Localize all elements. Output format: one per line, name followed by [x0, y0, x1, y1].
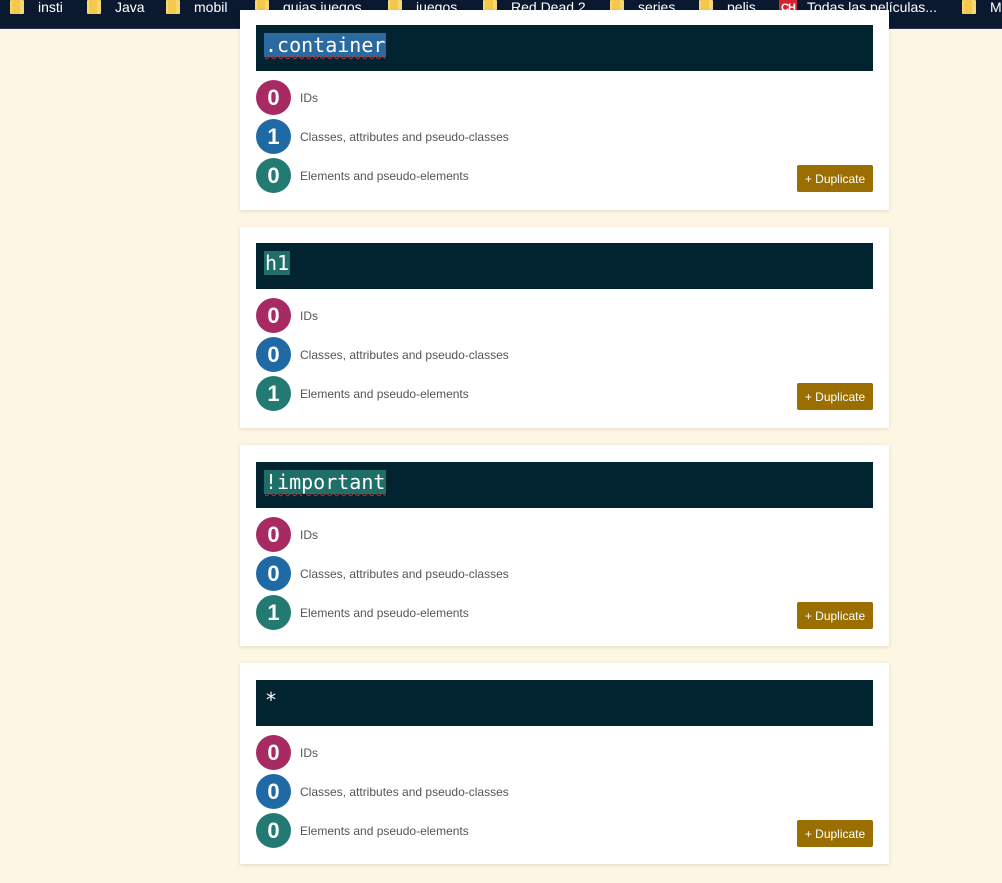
classes-label: Classes, attributes and pseudo-classes — [300, 129, 509, 144]
bookmark-m[interactable]: M — [962, 0, 1002, 14]
classes-count: 0 — [256, 337, 291, 372]
folder-icon — [10, 0, 24, 14]
selector-text[interactable]: .container — [264, 33, 387, 57]
elements-row: 1 Elements and pseudo-elements — [256, 595, 469, 630]
elements-label: Elements and pseudo-elements — [300, 386, 469, 401]
selector-text[interactable]: h1 — [264, 251, 291, 275]
classes-row: 0 Classes, attributes and pseudo-classes — [256, 774, 509, 809]
ids-row: 0 IDs — [256, 298, 318, 333]
ids-label: IDs — [300, 90, 318, 105]
ids-label: IDs — [300, 527, 318, 542]
bookmark-insti[interactable]: insti — [10, 0, 63, 14]
ids-label: IDs — [300, 308, 318, 323]
bookmark-label: Java — [115, 0, 145, 15]
bookmark-label: mobil — [194, 0, 228, 15]
elements-label: Elements and pseudo-elements — [300, 168, 469, 183]
selector-display[interactable]: h1 — [256, 243, 873, 289]
elements-row: 0 Elements and pseudo-elements — [256, 158, 469, 193]
elements-row: 0 Elements and pseudo-elements — [256, 813, 469, 848]
selector-display[interactable]: .container — [256, 25, 873, 71]
selector-text[interactable]: !important — [264, 470, 387, 494]
bookmark-label: M — [990, 0, 1002, 15]
folder-icon — [166, 0, 180, 14]
bookmark-java[interactable]: Java — [87, 0, 145, 14]
ids-count: 0 — [256, 298, 291, 333]
classes-count: 0 — [256, 774, 291, 809]
ids-row: 0 IDs — [256, 517, 318, 552]
elements-count: 0 — [256, 813, 291, 848]
classes-label: Classes, attributes and pseudo-classes — [300, 784, 509, 799]
elements-count: 1 — [256, 595, 291, 630]
selector-card: * 0 IDs 0 Classes, attributes and pseudo… — [240, 663, 889, 864]
elements-row: 1 Elements and pseudo-elements — [256, 376, 469, 411]
ids-label: IDs — [300, 745, 318, 760]
classes-row: 0 Classes, attributes and pseudo-classes — [256, 556, 509, 591]
selector-card: h1 0 IDs 0 Classes, attributes and pseud… — [240, 227, 889, 428]
selector-display[interactable]: !important — [256, 462, 873, 508]
ids-count: 0 — [256, 80, 291, 115]
folder-icon — [87, 0, 101, 14]
elements-count: 1 — [256, 376, 291, 411]
elements-count: 0 — [256, 158, 291, 193]
selector-display[interactable]: * — [256, 680, 873, 726]
ids-row: 0 IDs — [256, 80, 318, 115]
duplicate-button[interactable]: + Duplicate — [797, 383, 873, 410]
bookmark-label: insti — [38, 0, 63, 15]
classes-row: 0 Classes, attributes and pseudo-classes — [256, 337, 509, 372]
elements-label: Elements and pseudo-elements — [300, 823, 469, 838]
selector-text[interactable]: * — [264, 688, 278, 712]
ids-count: 0 — [256, 735, 291, 770]
classes-row: 1 Classes, attributes and pseudo-classes — [256, 119, 509, 154]
duplicate-button[interactable]: + Duplicate — [797, 165, 873, 192]
elements-label: Elements and pseudo-elements — [300, 605, 469, 620]
duplicate-button[interactable]: + Duplicate — [797, 820, 873, 847]
ids-row: 0 IDs — [256, 735, 318, 770]
classes-count: 1 — [256, 119, 291, 154]
folder-icon — [962, 0, 976, 14]
bookmark-mobil[interactable]: mobil — [166, 0, 227, 14]
ids-count: 0 — [256, 517, 291, 552]
classes-count: 0 — [256, 556, 291, 591]
selector-card: .container 0 IDs 1 Classes, attributes a… — [240, 10, 889, 210]
classes-label: Classes, attributes and pseudo-classes — [300, 347, 509, 362]
duplicate-button[interactable]: + Duplicate — [797, 602, 873, 629]
classes-label: Classes, attributes and pseudo-classes — [300, 566, 509, 581]
selector-card: !important 0 IDs 0 Classes, attributes a… — [240, 445, 889, 646]
